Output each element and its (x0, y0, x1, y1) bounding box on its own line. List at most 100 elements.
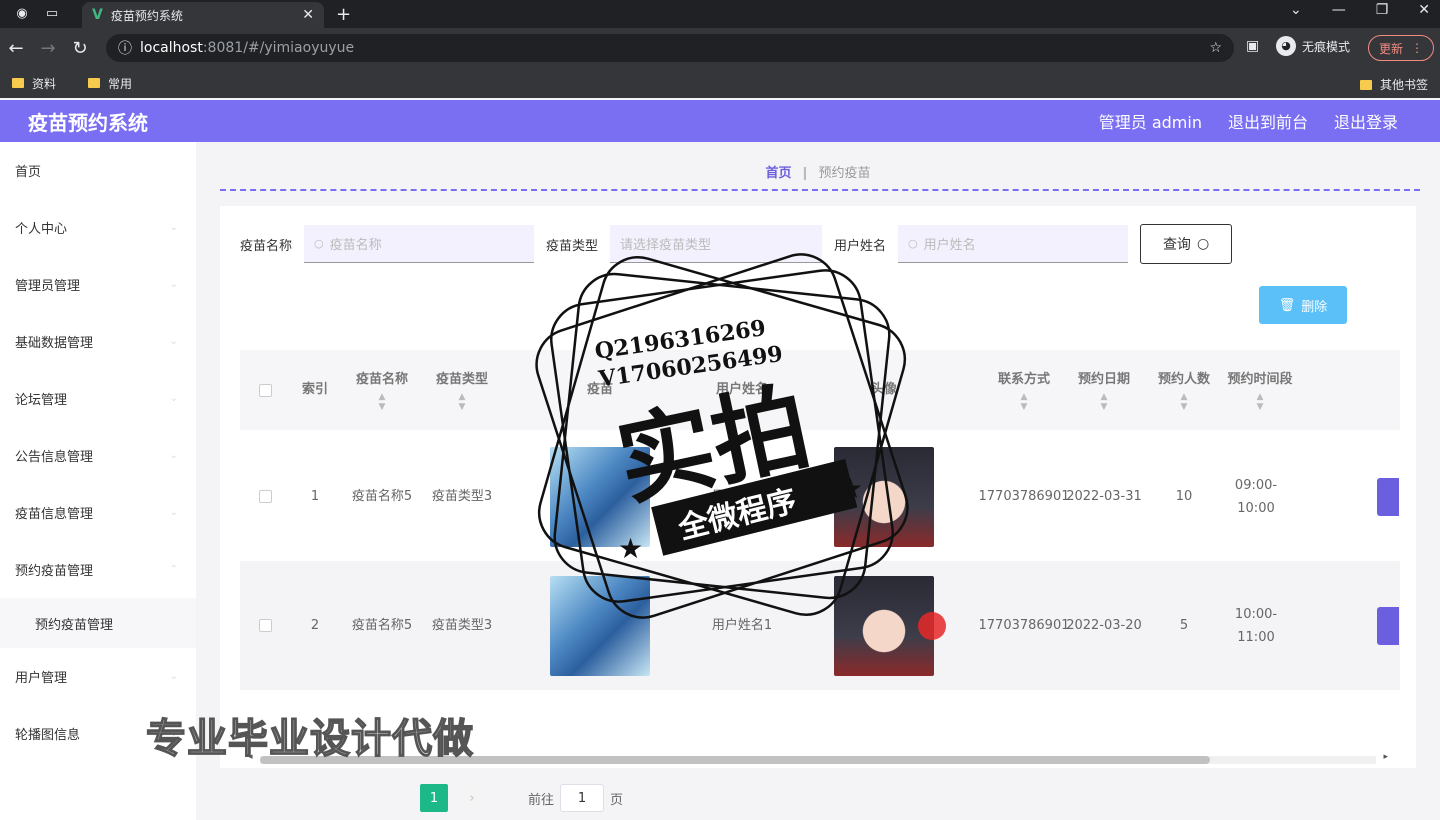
row-select-cell (240, 561, 290, 690)
sidebar-item-notices[interactable]: 公告信息管理 ⌄ (0, 427, 196, 484)
row-checkbox[interactable] (258, 619, 272, 632)
cell-vaccine-type: 疫苗类型3 (431, 489, 493, 504)
cell-date: 2022-03-20 (1066, 618, 1142, 633)
vue-logo-icon: V (92, 7, 103, 23)
sidebar-item-forum[interactable]: 论坛管理 ⌄ (0, 370, 196, 427)
page-button-current[interactable]: 1 (420, 784, 448, 812)
sidebar-item-bookings[interactable]: 预约疫苗管理 ⌃ (0, 541, 196, 598)
sidebar-item-admins[interactable]: 管理员管理 ⌄ (0, 256, 196, 313)
forward-icon[interactable]: → (32, 38, 64, 59)
sidebar-item-label: 用户管理 (15, 671, 68, 686)
col-phone[interactable]: 联系方式 ▲ ▼ (984, 350, 1064, 430)
front-link[interactable]: 退出到前台 (1228, 109, 1308, 133)
incognito-label: 无痕模式 (1302, 39, 1351, 54)
other-bookmarks[interactable]: 其他书签 (1359, 76, 1428, 93)
window-icon[interactable]: ▭ (44, 6, 60, 22)
chevron-down-icon: ⌄ (169, 450, 178, 461)
new-tab-icon[interactable]: + (336, 4, 351, 25)
query-button[interactable]: 查询 ○ (1140, 224, 1233, 264)
more-menu-icon[interactable]: ⋮ (1411, 41, 1423, 55)
sidebar-item-profile[interactable]: 个人中心 ⌄ (0, 199, 196, 256)
col-date[interactable]: 预约日期 ▲ ▼ (1064, 350, 1144, 430)
cell-index: 2 (310, 618, 320, 633)
admin-label: 管理员 admin (1098, 113, 1202, 132)
sidebar-item-label: 首页 (15, 165, 42, 180)
cell-vaccine-name: 疫苗名称5 (351, 618, 413, 633)
row-checkbox[interactable] (258, 490, 272, 503)
breadcrumb-home[interactable]: 首页 (766, 166, 792, 181)
folder-icon (1359, 79, 1372, 90)
restore-icon[interactable]: ❐ (1376, 2, 1389, 18)
sort-icon[interactable]: ▲ ▼ (379, 392, 386, 412)
url-input[interactable]: ⓘ localhost:8081/#/yimiaoyuyue ☆ (106, 34, 1234, 62)
bookmark-folder-2[interactable]: 常用 (88, 75, 132, 92)
sort-icon[interactable]: ▲ ▼ (1101, 392, 1108, 412)
bookmark-folder-1[interactable]: 资料 (12, 75, 56, 92)
vaccine-name-input[interactable]: ○ 疫苗名称 (304, 225, 535, 263)
delete-button[interactable]: 🗑 删除 (1259, 286, 1347, 324)
close-window-icon[interactable]: ✕ (1418, 2, 1430, 18)
query-label: 查询 (1162, 237, 1191, 253)
side-panel-icon[interactable]: ▣ (1246, 38, 1259, 54)
col-vaccine-name[interactable]: 疫苗名称 ▲ ▼ (342, 350, 422, 430)
back-icon[interactable]: ← (0, 38, 32, 59)
select-all-checkbox[interactable] (258, 383, 272, 397)
col-index: 索引 (290, 350, 340, 430)
sidebar-subitem-bookings[interactable]: 预约疫苗管理 (0, 598, 196, 648)
sort-icon[interactable]: ▲ ▼ (459, 392, 466, 412)
goto-page-input[interactable]: 1 (560, 784, 605, 812)
next-page-icon[interactable]: › (458, 784, 486, 812)
tab-title: 疫苗预约系统 (110, 8, 183, 23)
update-label: 更新 (1378, 41, 1403, 56)
user-name-input[interactable]: ○ 用户姓名 (898, 225, 1129, 263)
address-bar: ← → ↻ ⓘ localhost:8081/#/yimiaoyuyue ☆ ▣… (0, 28, 1440, 68)
sidebar-item-vaccines[interactable]: 疫苗信息管理 ⌄ (0, 484, 196, 541)
url-host: localhost (140, 40, 203, 56)
incognito-icon: ◕ (1276, 36, 1296, 56)
minimize-icon[interactable]: — (1332, 2, 1346, 18)
col-vaccine-type[interactable]: 疫苗类型 ▲ ▼ (422, 350, 502, 430)
sort-icon[interactable]: ▲ ▼ (1021, 392, 1028, 412)
row-edit-button[interactable] (1377, 477, 1399, 516)
divider (220, 189, 1420, 191)
sidebar-item-users[interactable]: 用户管理 ⌄ (0, 648, 196, 705)
sort-icon[interactable]: ▲ ▼ (1181, 392, 1188, 412)
update-button[interactable]: 更新 ⋮ (1368, 35, 1434, 61)
browser-tab[interactable]: V 疫苗预约系统 ✕ (82, 2, 324, 28)
info-icon[interactable]: ⓘ (118, 38, 132, 58)
col-slot[interactable]: 预约时间段 ▲ ▼ (1224, 350, 1296, 430)
header-links: 管理员 admin 退出到前台 退出登录 (1099, 109, 1398, 133)
scroll-right-icon[interactable]: ▸ (1383, 752, 1388, 762)
logout-link[interactable]: 退出登录 (1334, 109, 1398, 133)
folder-icon (12, 78, 24, 88)
chevron-down-icon[interactable]: ⌄ (1290, 2, 1302, 18)
cell-count: 5 (1179, 618, 1189, 633)
sidebar-item-basic-data[interactable]: 基础数据管理 ⌄ (0, 313, 196, 370)
sidebar-item-label: 管理员管理 (15, 279, 81, 294)
sidebar-item-home[interactable]: 首页 (0, 142, 196, 199)
close-tab-icon[interactable]: ✕ (302, 7, 314, 23)
chevron-down-icon: ⌄ (169, 222, 178, 233)
col-index-label: 索引 (301, 382, 328, 397)
app-header: 疫苗预约系统 管理员 admin 退出到前台 退出登录 (0, 100, 1440, 142)
bookmark-star-icon[interactable]: ☆ (1209, 40, 1222, 56)
sidebar-item-label: 轮播图信息 (15, 728, 81, 743)
url-path: :8081/#/yimiaoyuyue (202, 40, 355, 56)
watermark-stamp: Q2196316269 V17060256499 实拍 全微程序 ★ ★ (535, 253, 909, 619)
mouse-cursor-indicator (918, 612, 946, 640)
sort-icon[interactable]: ▲ ▼ (1257, 392, 1264, 412)
chevron-down-icon: ⌄ (169, 279, 178, 290)
reload-icon[interactable]: ↻ (64, 38, 96, 59)
chevron-up-icon: ⌃ (169, 564, 178, 575)
globe-icon[interactable]: ◉ (14, 6, 30, 22)
col-date-label: 预约日期 (1077, 372, 1130, 387)
incognito-indicator[interactable]: ◕ 无痕模式 (1276, 36, 1350, 56)
search-icon: ○ (1196, 236, 1210, 252)
col-count[interactable]: 预约人数 ▲ ▼ (1144, 350, 1224, 430)
chevron-down-icon: ⌄ (169, 671, 178, 682)
bookmarks-bar: 资料 常用 其他书签 (0, 68, 1440, 98)
sidebar-item-label: 疫苗信息管理 (15, 507, 94, 522)
row-edit-button[interactable] (1377, 606, 1399, 645)
other-bookmarks-label: 其他书签 (1379, 78, 1428, 92)
cell-slot: 10:00-11:00 (1234, 606, 1278, 645)
